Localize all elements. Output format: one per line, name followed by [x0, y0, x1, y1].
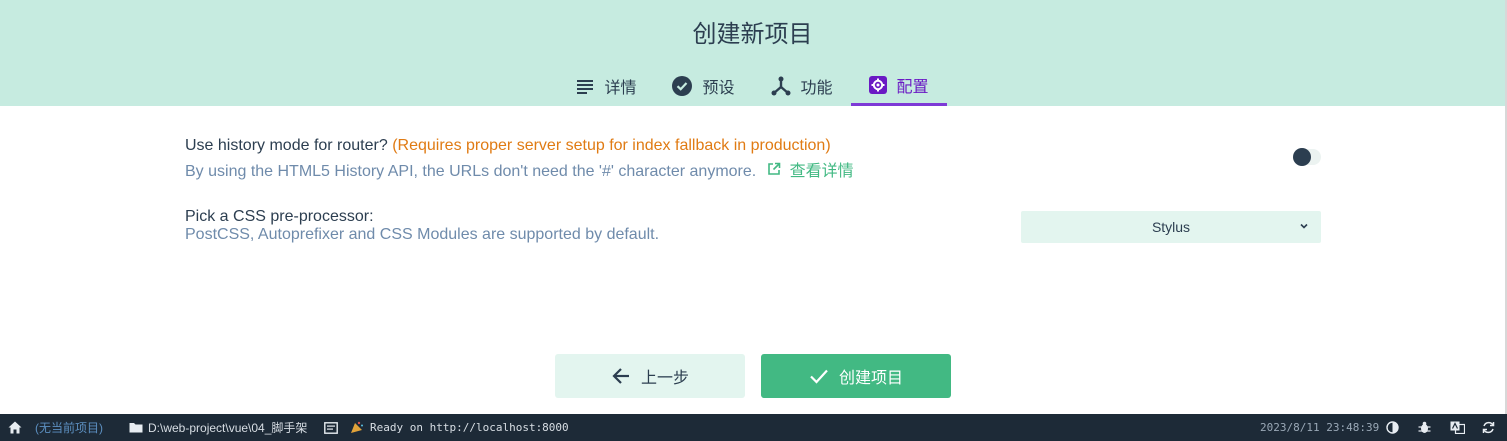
- language-button[interactable]: [1450, 414, 1465, 441]
- external-link-icon: [767, 162, 780, 175]
- settings-icon: [868, 75, 887, 94]
- refresh-icon: [1482, 421, 1495, 434]
- console-icon: [324, 421, 338, 434]
- list-icon: [577, 80, 594, 94]
- tab-config-label: 配置: [896, 76, 929, 96]
- tab-presets[interactable]: 预设: [654, 66, 752, 106]
- contrast-icon: [1386, 421, 1399, 434]
- create-project-page: 创建新项目 详情 预设 功能 配置 Use history mode for r…: [0, 0, 1507, 441]
- tab-presets-label: 预设: [702, 78, 735, 97]
- bug-icon: [1418, 421, 1431, 433]
- arrow-left-icon: [612, 368, 629, 384]
- current-project[interactable]: (无当前项目): [35, 414, 103, 441]
- refresh-button[interactable]: [1482, 414, 1495, 441]
- router-history-toggle[interactable]: [1293, 148, 1321, 166]
- css-preprocessor-selected: Stylus: [1151, 219, 1191, 235]
- home-button[interactable]: [8, 414, 22, 441]
- previous-step-button[interactable]: 上一步: [555, 354, 745, 398]
- router-history-label: Use history mode for router? (Requires p…: [185, 137, 831, 154]
- translate-icon: [1450, 421, 1465, 434]
- page-title: 创建新项目: [692, 20, 813, 48]
- css-preprocessor-select[interactable]: Stylus: [1021, 211, 1321, 243]
- tab-features[interactable]: 功能: [753, 66, 851, 106]
- more-info-link[interactable]: 查看详情: [767, 157, 854, 181]
- report-bug-button[interactable]: [1418, 414, 1431, 441]
- tab-features-label: 功能: [800, 78, 833, 97]
- fork-icon: [771, 76, 790, 96]
- check-circle-icon: [672, 76, 693, 96]
- folder-icon: [129, 423, 143, 433]
- router-history-option: Use history mode for router? (Requires p…: [185, 137, 1321, 183]
- project-path[interactable]: D:\web-project\vue\04_脚手架: [129, 414, 307, 441]
- tab-config[interactable]: 配置: [850, 66, 947, 106]
- party-icon: [351, 421, 363, 433]
- css-preprocessor-option: Pick a CSS pre-processor: PostCSS, Autop…: [185, 208, 1321, 248]
- step-tabs: 详情 预设 功能 配置: [0, 66, 1505, 106]
- log-message: Ready on http://localhost:8000: [350, 414, 569, 441]
- theme-toggle-button[interactable]: [1386, 414, 1399, 441]
- create-project-button[interactable]: 创建项目: [761, 354, 951, 398]
- status-bar: (无当前项目) D:\web-project\vue\04_脚手架 Ready …: [0, 414, 1507, 441]
- previous-step-label: 上一步: [640, 368, 689, 387]
- router-history-description: By using the HTML5 History API, the URLs…: [185, 157, 1321, 181]
- toggle-knob: [1293, 148, 1311, 166]
- home-icon: [8, 421, 22, 434]
- status-datetime: 2023/8/11 23:48:39: [1260, 421, 1380, 434]
- page-header: 创建新项目 详情 预设 功能 配置: [0, 0, 1505, 106]
- chevron-down-icon: [1300, 223, 1308, 229]
- create-project-label: 创建项目: [838, 368, 903, 387]
- router-history-warning: (Requires proper server setup for index …: [392, 137, 831, 154]
- check-icon: [810, 369, 828, 384]
- log-button[interactable]: [324, 414, 338, 441]
- tab-details[interactable]: 详情: [558, 66, 654, 106]
- tab-details-label: 详情: [604, 78, 637, 97]
